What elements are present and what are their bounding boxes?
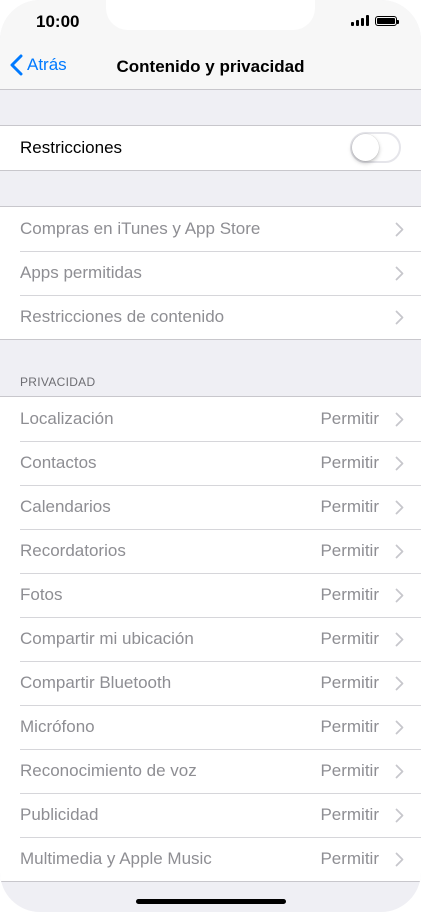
list-item-label: Compartir Bluetooth <box>20 673 172 692</box>
list-item-value: Permitir <box>320 409 379 428</box>
status-time: 10:00 <box>36 12 80 31</box>
chevron-right-icon <box>389 720 409 735</box>
chevron-right-icon <box>389 500 409 515</box>
list-item-privacy[interactable]: Micrófono Permitir <box>0 705 421 749</box>
list-item-label: Compartir mi ubicación <box>20 629 194 648</box>
list-item-label: Calendarios <box>20 497 111 516</box>
chevron-right-icon <box>389 764 409 779</box>
chevron-right-icon <box>389 222 409 237</box>
section-header-privacy: PRIVACIDAD <box>20 375 96 389</box>
list-item-label: Multimedia y Apple Music <box>20 849 212 868</box>
list-item-label: Publicidad <box>20 805 99 824</box>
list-item-label: Reconocimiento de voz <box>20 761 197 780</box>
list-item-value: Permitir <box>320 673 379 692</box>
list-item-privacy[interactable]: Compartir Bluetooth Permitir <box>0 661 421 705</box>
notch <box>106 0 315 30</box>
list-item-label: Apps permitidas <box>20 263 142 282</box>
home-indicator[interactable] <box>136 899 286 904</box>
toggle-knob <box>352 134 379 161</box>
chevron-right-icon <box>389 310 409 325</box>
list-item-value: Permitir <box>320 453 379 472</box>
list-item-value: Permitir <box>320 541 379 560</box>
list-item-privacy[interactable]: Localización Permitir <box>0 397 421 441</box>
chevron-right-icon <box>389 676 409 691</box>
list-item-label: Micrófono <box>20 717 95 736</box>
list-item-value: Permitir <box>320 585 379 604</box>
list-item-value: Permitir <box>320 497 379 516</box>
list-item-value: Permitir <box>320 805 379 824</box>
chevron-right-icon <box>389 588 409 603</box>
list-item-value: Permitir <box>320 629 379 648</box>
status-icons <box>351 15 399 26</box>
list-item-privacy[interactable]: Multimedia y Apple Music Permitir <box>0 837 421 881</box>
navigation-bar: Atrás Contenido y privacidad <box>0 44 421 90</box>
store-group: Compras en iTunes y App Store Apps permi… <box>0 206 421 340</box>
settings-content: Restricciones Compras en iTunes y App St… <box>0 90 421 882</box>
list-item-label: Restricciones de contenido <box>20 307 225 326</box>
chevron-right-icon <box>389 632 409 647</box>
list-item-label: Fotos <box>20 585 63 604</box>
page-title: Contenido y privacidad <box>116 57 305 76</box>
battery-icon <box>375 15 399 26</box>
list-item-value: Permitir <box>320 717 379 736</box>
chevron-right-icon <box>389 544 409 559</box>
signal-icon <box>351 15 369 26</box>
list-item-privacy[interactable]: Reconocimiento de voz Permitir <box>0 749 421 793</box>
list-item-label: Compras en iTunes y App Store <box>20 219 261 238</box>
chevron-right-icon <box>389 852 409 867</box>
list-item-label: Recordatorios <box>20 541 126 560</box>
list-item-privacy[interactable]: Fotos Permitir <box>0 573 421 617</box>
list-item-content-restrictions[interactable]: Restricciones de contenido <box>0 295 421 339</box>
restrictions-toggle[interactable] <box>350 132 401 163</box>
list-item-value: Permitir <box>320 849 379 868</box>
status-bar: 10:00 <box>0 0 421 44</box>
list-item-privacy[interactable]: Contactos Permitir <box>0 441 421 485</box>
chevron-right-icon <box>389 808 409 823</box>
list-item-privacy[interactable]: Calendarios Permitir <box>0 485 421 529</box>
list-item-itunes-purchases[interactable]: Compras en iTunes y App Store <box>0 207 421 251</box>
restrictions-row: Restricciones <box>0 126 421 170</box>
chevron-right-icon <box>389 412 409 427</box>
list-item-value: Permitir <box>320 761 379 780</box>
chevron-right-icon <box>389 456 409 471</box>
chevron-right-icon <box>389 266 409 281</box>
list-item-privacy[interactable]: Compartir mi ubicación Permitir <box>0 617 421 661</box>
list-item-privacy[interactable]: Publicidad Permitir <box>0 793 421 837</box>
list-item-label: Contactos <box>20 453 97 472</box>
privacy-group: Localización Permitir Contactos Permitir Cal… <box>0 396 421 882</box>
list-item-label: Localización <box>20 409 114 428</box>
list-item-privacy[interactable]: Recordatorios Permitir <box>0 529 421 573</box>
phone-screen: 10:00 Atrás Contenido y privacidad Restr… <box>0 0 421 912</box>
list-item-allowed-apps[interactable]: Apps permitidas <box>0 251 421 295</box>
restrictions-group: Restricciones <box>0 125 421 171</box>
